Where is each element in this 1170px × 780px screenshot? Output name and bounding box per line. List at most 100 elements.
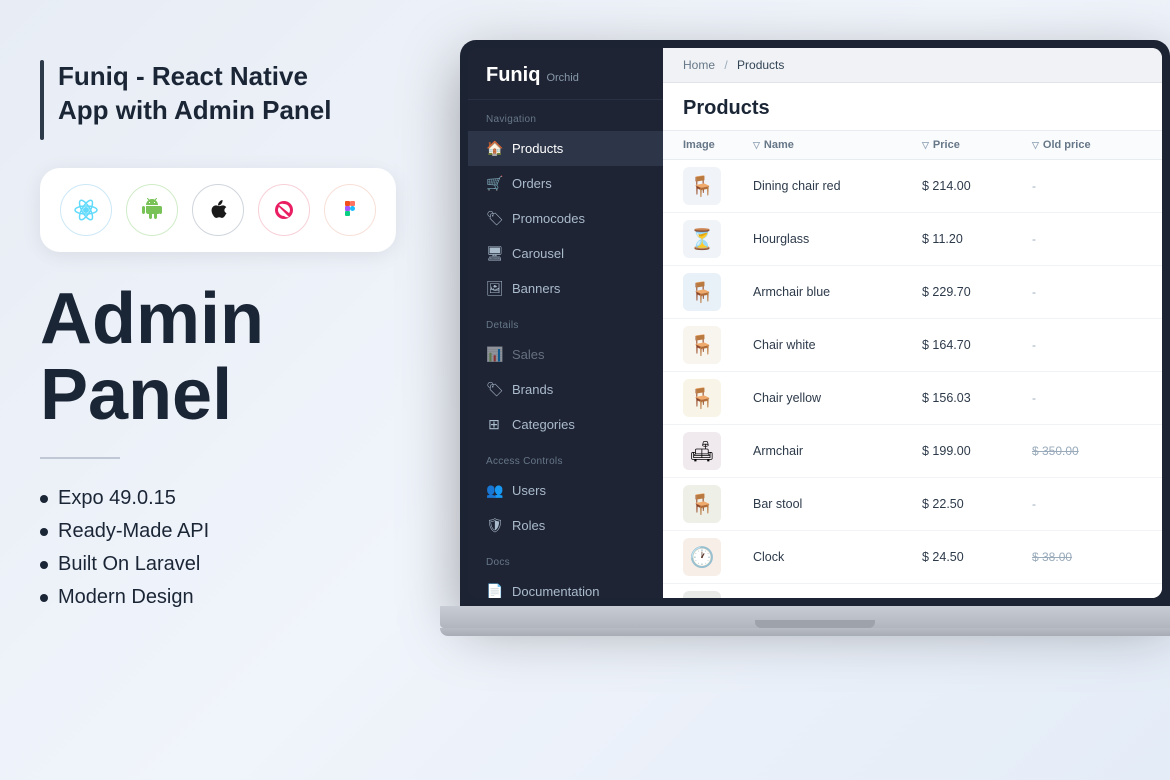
table-header-row: Image ▽ Name ▽ Price ▽ Old price	[663, 131, 1162, 160]
table-row[interactable]: 🛋 Armchair $ 199.00 $ 350.00	[663, 425, 1162, 478]
table-row[interactable]: 🪑 Chair yellow $ 156.03 -	[663, 372, 1162, 425]
apple-icon	[192, 184, 244, 236]
laptop-mockup: Funiq Orchid Navigation 🏠 Products 🛒 Ord…	[440, 40, 1170, 636]
users-icon: 👥	[486, 482, 502, 499]
brand-subtitle: Orchid	[546, 72, 578, 84]
col-name: ▽ Name	[753, 139, 922, 151]
cart-icon: 🛒	[486, 175, 502, 192]
laptop-inner: Funiq Orchid Navigation 🏠 Products 🛒 Ord…	[468, 48, 1162, 598]
col-old-price: ▽ Old price	[1032, 139, 1142, 151]
products-table: Image ▽ Name ▽ Price ▽ Old price	[663, 131, 1162, 598]
feature-item-2: Ready-Made API	[40, 520, 420, 543]
breadcrumb-separator: /	[724, 58, 731, 72]
product-name-1: Hourglass	[753, 232, 922, 246]
nav-item-brands[interactable]: 🏷 Brands	[468, 372, 663, 407]
table-row[interactable]: ⏳ Hourglass $ 11.20 -	[663, 213, 1162, 266]
product-image-0: 🪑	[683, 167, 721, 205]
table-row[interactable]: 💡 Pendant lamp black $ 30.00 $ 38.00	[663, 584, 1162, 598]
table-row[interactable]: 🪑 Armchair blue $ 229.70 -	[663, 266, 1162, 319]
product-oldprice-1: -	[1032, 232, 1142, 246]
features-list: Expo 49.0.15 Ready-Made API Built On Lar…	[40, 487, 420, 609]
android-icon	[126, 184, 178, 236]
product-oldprice-0: -	[1032, 179, 1142, 193]
feature-item-3: Built On Laravel	[40, 553, 420, 576]
breadcrumb: Home / Products	[663, 48, 1162, 83]
col-price: ▽ Price	[922, 139, 1032, 151]
react-icon	[60, 184, 112, 236]
product-price-0: $ 214.00	[922, 179, 1032, 193]
product-name-7: Clock	[753, 550, 922, 564]
sidebar-header: Funiq Orchid	[468, 48, 663, 100]
breadcrumb-current: Products	[737, 58, 784, 72]
appwrite-icon	[258, 184, 310, 236]
figma-icon	[324, 184, 376, 236]
nav-item-products[interactable]: 🏠 Products	[468, 131, 663, 166]
product-image-6: 🪑	[683, 485, 721, 523]
product-image-4: 🪑	[683, 379, 721, 417]
nav-item-documentation[interactable]: 📄 Documentation	[468, 574, 663, 598]
heading-divider	[40, 457, 120, 459]
product-image-1: ⏳	[683, 220, 721, 258]
sidebar-brand: Funiq Orchid	[486, 64, 645, 87]
table-row[interactable]: 🕐 Clock $ 24.50 $ 38.00	[663, 531, 1162, 584]
bullet-icon	[40, 594, 48, 602]
nav-item-carousel[interactable]: 🖥 Carousel	[468, 236, 663, 271]
bullet-icon	[40, 528, 48, 536]
grid-icon: ⊞	[486, 416, 502, 433]
product-image-2: 🪑	[683, 273, 721, 311]
monitor-icon: 🖥	[486, 245, 502, 262]
product-name-6: Bar stool	[753, 497, 922, 511]
product-price-4: $ 156.03	[922, 391, 1032, 405]
product-price-5: $ 199.00	[922, 444, 1032, 458]
filter-oldprice-icon: ▽	[1032, 140, 1039, 151]
filter-name-icon: ▽	[753, 140, 760, 151]
product-price-2: $ 229.70	[922, 285, 1032, 299]
nav-item-sales[interactable]: 📊 Sales	[468, 337, 663, 372]
tag-icon: 🏷	[486, 210, 502, 227]
laptop-base	[440, 606, 1170, 628]
filter-price-icon: ▽	[922, 140, 929, 151]
product-price-3: $ 164.70	[922, 338, 1032, 352]
main-content-area: Home / Products Products Image ▽ Name	[663, 48, 1162, 598]
app-title-block: Funiq - React Native App with Admin Pane…	[40, 60, 420, 140]
admin-sidebar: Funiq Orchid Navigation 🏠 Products 🛒 Ord…	[468, 48, 663, 598]
page-title: Products	[683, 97, 1142, 120]
table-row[interactable]: 🪑 Chair white $ 164.70 -	[663, 319, 1162, 372]
docs-section-label: Docs	[468, 543, 663, 574]
product-oldprice-3: -	[1032, 338, 1142, 352]
product-name-4: Chair yellow	[753, 391, 922, 405]
product-image-3: 🪑	[683, 326, 721, 364]
product-image-8: 💡	[683, 591, 721, 598]
doc-icon: 📄	[486, 583, 502, 598]
nav-section-label: Navigation	[468, 100, 663, 131]
product-name-3: Chair white	[753, 338, 922, 352]
feature-item-1: Expo 49.0.15	[40, 487, 420, 510]
table-row[interactable]: 🪑 Bar stool $ 22.50 -	[663, 478, 1162, 531]
details-section-label: Details	[468, 306, 663, 337]
home-icon: 🏠	[486, 140, 502, 157]
product-oldprice-5: $ 350.00	[1032, 444, 1142, 458]
nav-item-users[interactable]: 👥 Users	[468, 473, 663, 508]
col-image: Image	[683, 139, 753, 151]
content-header: Products	[663, 83, 1162, 131]
breadcrumb-home[interactable]: Home	[683, 58, 715, 72]
nav-item-orders[interactable]: 🛒 Orders	[468, 166, 663, 201]
tech-icons-row	[40, 168, 396, 252]
product-name-5: Armchair	[753, 444, 922, 458]
nav-item-roles[interactable]: 🛡 Roles	[468, 508, 663, 543]
product-price-7: $ 24.50	[922, 550, 1032, 564]
feature-item-4: Modern Design	[40, 586, 420, 609]
admin-panel-heading: Admin Panel	[40, 282, 420, 433]
product-oldprice-7: $ 38.00	[1032, 550, 1142, 564]
app-title-text: Funiq - React Native App with Admin Pane…	[58, 60, 331, 128]
product-oldprice-4: -	[1032, 391, 1142, 405]
nav-item-categories[interactable]: ⊞ Categories	[468, 407, 663, 442]
brand-icon: 🏷	[486, 381, 502, 398]
left-panel: Funiq - React Native App with Admin Pane…	[40, 60, 420, 609]
access-section-label: Access Controls	[468, 442, 663, 473]
nav-item-banners[interactable]: 🖼 Banners	[468, 271, 663, 306]
table-row[interactable]: 🪑 Dining chair red $ 214.00 -	[663, 160, 1162, 213]
nav-item-promocodes[interactable]: 🏷 Promocodes	[468, 201, 663, 236]
product-name-0: Dining chair red	[753, 179, 922, 193]
product-oldprice-6: -	[1032, 497, 1142, 511]
